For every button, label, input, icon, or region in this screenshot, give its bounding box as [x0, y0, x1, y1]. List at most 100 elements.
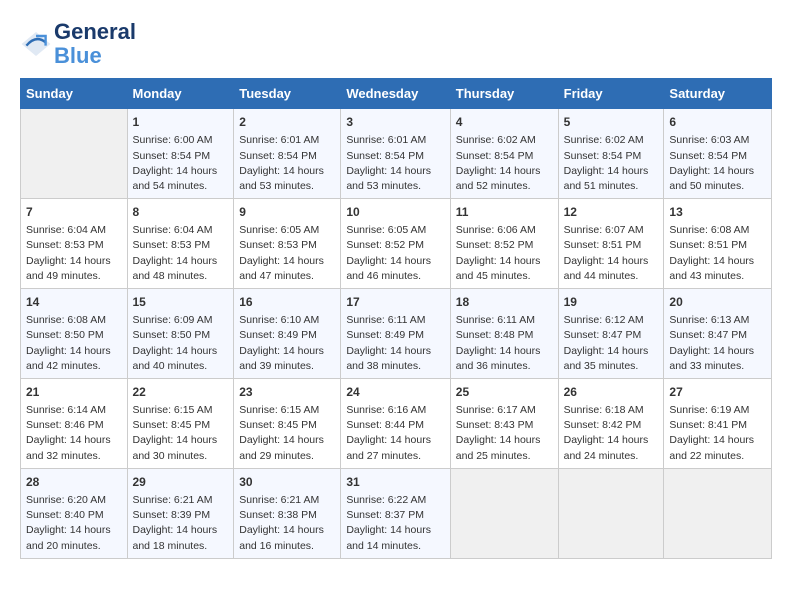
day-number: 23 [239, 383, 335, 401]
day-info: Sunrise: 6:14 AMSunset: 8:46 PMDaylight:… [26, 403, 122, 464]
day-header-wednesday: Wednesday [341, 79, 450, 109]
day-number: 13 [669, 203, 766, 221]
day-header-friday: Friday [558, 79, 664, 109]
day-number: 3 [346, 113, 444, 131]
day-number: 9 [239, 203, 335, 221]
day-info: Sunrise: 6:13 AMSunset: 8:47 PMDaylight:… [669, 313, 766, 374]
day-number: 7 [26, 203, 122, 221]
day-number: 16 [239, 293, 335, 311]
day-info: Sunrise: 6:15 AMSunset: 8:45 PMDaylight:… [133, 403, 229, 464]
calendar-cell: 9 Sunrise: 6:05 AMSunset: 8:53 PMDayligh… [234, 199, 341, 289]
day-info: Sunrise: 6:02 AMSunset: 8:54 PMDaylight:… [564, 133, 659, 194]
calendar-cell: 31 Sunrise: 6:22 AMSunset: 8:37 PMDaylig… [341, 468, 450, 558]
day-number: 8 [133, 203, 229, 221]
calendar-cell: 28 Sunrise: 6:20 AMSunset: 8:40 PMDaylig… [21, 468, 128, 558]
calendar-cell: 20 Sunrise: 6:13 AMSunset: 8:47 PMDaylig… [664, 289, 772, 379]
calendar-cell: 18 Sunrise: 6:11 AMSunset: 8:48 PMDaylig… [450, 289, 558, 379]
day-info: Sunrise: 6:08 AMSunset: 8:51 PMDaylight:… [669, 223, 766, 284]
day-number: 19 [564, 293, 659, 311]
day-number: 20 [669, 293, 766, 311]
calendar-cell: 24 Sunrise: 6:16 AMSunset: 8:44 PMDaylig… [341, 379, 450, 469]
day-info: Sunrise: 6:15 AMSunset: 8:45 PMDaylight:… [239, 403, 335, 464]
calendar-cell: 11 Sunrise: 6:06 AMSunset: 8:52 PMDaylig… [450, 199, 558, 289]
day-number: 24 [346, 383, 444, 401]
day-number: 30 [239, 473, 335, 491]
calendar-cell: 14 Sunrise: 6:08 AMSunset: 8:50 PMDaylig… [21, 289, 128, 379]
calendar-cell: 30 Sunrise: 6:21 AMSunset: 8:38 PMDaylig… [234, 468, 341, 558]
day-info: Sunrise: 6:04 AMSunset: 8:53 PMDaylight:… [26, 223, 122, 284]
day-info: Sunrise: 6:21 AMSunset: 8:39 PMDaylight:… [133, 493, 229, 554]
day-info: Sunrise: 6:07 AMSunset: 8:51 PMDaylight:… [564, 223, 659, 284]
day-info: Sunrise: 6:03 AMSunset: 8:54 PMDaylight:… [669, 133, 766, 194]
day-info: Sunrise: 6:04 AMSunset: 8:53 PMDaylight:… [133, 223, 229, 284]
day-number: 2 [239, 113, 335, 131]
day-number: 11 [456, 203, 553, 221]
calendar-cell: 12 Sunrise: 6:07 AMSunset: 8:51 PMDaylig… [558, 199, 664, 289]
calendar-cell: 22 Sunrise: 6:15 AMSunset: 8:45 PMDaylig… [127, 379, 234, 469]
day-info: Sunrise: 6:11 AMSunset: 8:48 PMDaylight:… [456, 313, 553, 374]
calendar-week-4: 21 Sunrise: 6:14 AMSunset: 8:46 PMDaylig… [21, 379, 772, 469]
day-info: Sunrise: 6:10 AMSunset: 8:49 PMDaylight:… [239, 313, 335, 374]
calendar-cell: 16 Sunrise: 6:10 AMSunset: 8:49 PMDaylig… [234, 289, 341, 379]
calendar-cell: 6 Sunrise: 6:03 AMSunset: 8:54 PMDayligh… [664, 109, 772, 199]
day-number: 12 [564, 203, 659, 221]
day-number: 22 [133, 383, 229, 401]
calendar-week-2: 7 Sunrise: 6:04 AMSunset: 8:53 PMDayligh… [21, 199, 772, 289]
calendar-cell [450, 468, 558, 558]
calendar-header: SundayMondayTuesdayWednesdayThursdayFrid… [21, 79, 772, 109]
calendar-cell: 15 Sunrise: 6:09 AMSunset: 8:50 PMDaylig… [127, 289, 234, 379]
day-number: 15 [133, 293, 229, 311]
day-number: 21 [26, 383, 122, 401]
day-info: Sunrise: 6:08 AMSunset: 8:50 PMDaylight:… [26, 313, 122, 374]
calendar-cell: 1 Sunrise: 6:00 AMSunset: 8:54 PMDayligh… [127, 109, 234, 199]
day-number: 28 [26, 473, 122, 491]
day-number: 29 [133, 473, 229, 491]
day-info: Sunrise: 6:06 AMSunset: 8:52 PMDaylight:… [456, 223, 553, 284]
calendar-week-1: 1 Sunrise: 6:00 AMSunset: 8:54 PMDayligh… [21, 109, 772, 199]
calendar-cell: 3 Sunrise: 6:01 AMSunset: 8:54 PMDayligh… [341, 109, 450, 199]
day-info: Sunrise: 6:12 AMSunset: 8:47 PMDaylight:… [564, 313, 659, 374]
calendar-table: SundayMondayTuesdayWednesdayThursdayFrid… [20, 78, 772, 558]
calendar-cell: 5 Sunrise: 6:02 AMSunset: 8:54 PMDayligh… [558, 109, 664, 199]
day-header-sunday: Sunday [21, 79, 128, 109]
calendar-cell: 26 Sunrise: 6:18 AMSunset: 8:42 PMDaylig… [558, 379, 664, 469]
day-info: Sunrise: 6:21 AMSunset: 8:38 PMDaylight:… [239, 493, 335, 554]
day-info: Sunrise: 6:01 AMSunset: 8:54 PMDaylight:… [239, 133, 335, 194]
day-header-saturday: Saturday [664, 79, 772, 109]
day-number: 17 [346, 293, 444, 311]
calendar-cell: 10 Sunrise: 6:05 AMSunset: 8:52 PMDaylig… [341, 199, 450, 289]
day-number: 14 [26, 293, 122, 311]
day-header-tuesday: Tuesday [234, 79, 341, 109]
calendar-cell: 29 Sunrise: 6:21 AMSunset: 8:39 PMDaylig… [127, 468, 234, 558]
calendar-cell: 4 Sunrise: 6:02 AMSunset: 8:54 PMDayligh… [450, 109, 558, 199]
day-info: Sunrise: 6:09 AMSunset: 8:50 PMDaylight:… [133, 313, 229, 374]
calendar-week-3: 14 Sunrise: 6:08 AMSunset: 8:50 PMDaylig… [21, 289, 772, 379]
day-number: 4 [456, 113, 553, 131]
calendar-cell: 7 Sunrise: 6:04 AMSunset: 8:53 PMDayligh… [21, 199, 128, 289]
day-info: Sunrise: 6:01 AMSunset: 8:54 PMDaylight:… [346, 133, 444, 194]
day-info: Sunrise: 6:16 AMSunset: 8:44 PMDaylight:… [346, 403, 444, 464]
calendar-cell: 2 Sunrise: 6:01 AMSunset: 8:54 PMDayligh… [234, 109, 341, 199]
day-info: Sunrise: 6:11 AMSunset: 8:49 PMDaylight:… [346, 313, 444, 374]
day-info: Sunrise: 6:05 AMSunset: 8:52 PMDaylight:… [346, 223, 444, 284]
calendar-cell [664, 468, 772, 558]
day-info: Sunrise: 6:19 AMSunset: 8:41 PMDaylight:… [669, 403, 766, 464]
logo-icon [20, 28, 52, 60]
day-header-monday: Monday [127, 79, 234, 109]
calendar-body: 1 Sunrise: 6:00 AMSunset: 8:54 PMDayligh… [21, 109, 772, 558]
day-info: Sunrise: 6:17 AMSunset: 8:43 PMDaylight:… [456, 403, 553, 464]
day-number: 1 [133, 113, 229, 131]
calendar-cell: 19 Sunrise: 6:12 AMSunset: 8:47 PMDaylig… [558, 289, 664, 379]
day-info: Sunrise: 6:02 AMSunset: 8:54 PMDaylight:… [456, 133, 553, 194]
day-number: 5 [564, 113, 659, 131]
day-number: 27 [669, 383, 766, 401]
day-number: 26 [564, 383, 659, 401]
day-info: Sunrise: 6:18 AMSunset: 8:42 PMDaylight:… [564, 403, 659, 464]
logo: GeneralBlue [20, 20, 136, 68]
calendar-cell: 13 Sunrise: 6:08 AMSunset: 8:51 PMDaylig… [664, 199, 772, 289]
day-number: 18 [456, 293, 553, 311]
calendar-cell: 25 Sunrise: 6:17 AMSunset: 8:43 PMDaylig… [450, 379, 558, 469]
page-header: GeneralBlue [20, 20, 772, 68]
day-header-thursday: Thursday [450, 79, 558, 109]
calendar-cell: 17 Sunrise: 6:11 AMSunset: 8:49 PMDaylig… [341, 289, 450, 379]
